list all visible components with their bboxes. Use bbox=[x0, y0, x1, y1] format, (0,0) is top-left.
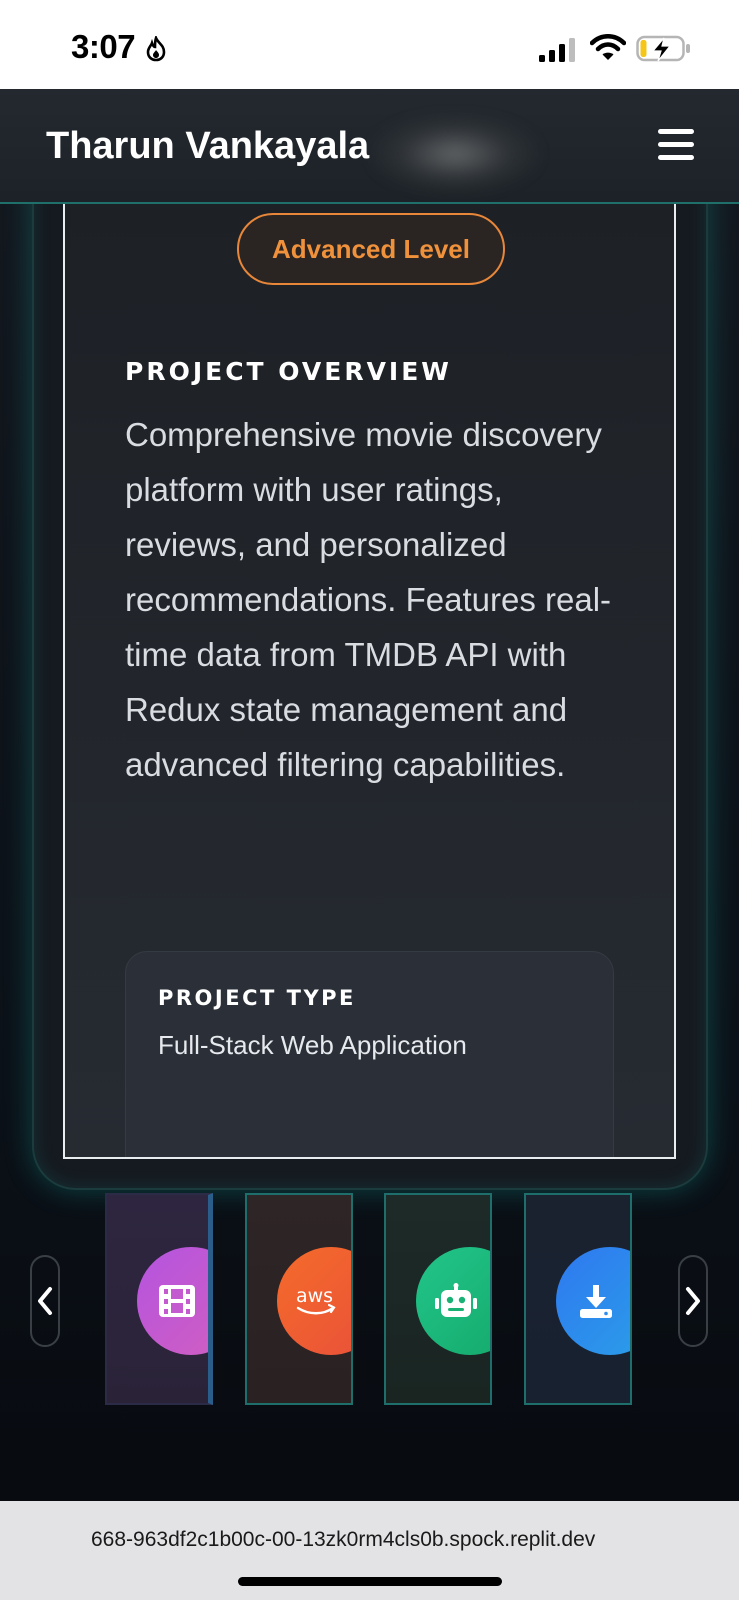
project-thumbnail-4[interactable] bbox=[524, 1193, 632, 1405]
url-text[interactable]: 668-963df2c1b00c-00-13zk0rm4cls0b.spock.… bbox=[91, 1528, 595, 1552]
project-thumbnail-2[interactable]: aws bbox=[245, 1193, 353, 1405]
thumbnail-circle bbox=[556, 1247, 630, 1355]
project-thumbnail-1[interactable] bbox=[105, 1193, 213, 1405]
chevron-left-icon bbox=[38, 1287, 52, 1315]
menu-bar-icon bbox=[658, 142, 694, 147]
thumbnail-circle: aws bbox=[277, 1247, 351, 1355]
cellular-signal-icon bbox=[539, 38, 575, 62]
robot-icon bbox=[435, 1283, 477, 1317]
battery-charging-icon bbox=[636, 35, 690, 62]
carousel-next-button[interactable] bbox=[678, 1255, 708, 1347]
carousel-prev-button[interactable] bbox=[30, 1255, 60, 1347]
flame-icon bbox=[146, 36, 166, 62]
project-type-value: Full-Stack Web Application bbox=[158, 1030, 467, 1060]
overview-heading: PROJECT OVERVIEW bbox=[125, 357, 452, 386]
project-thumbnail-3[interactable] bbox=[384, 1193, 492, 1405]
menu-bar-icon bbox=[658, 129, 694, 134]
chevron-right-icon bbox=[686, 1287, 700, 1315]
app-header: Tharun Vankayala bbox=[0, 89, 739, 204]
hamburger-menu-button[interactable] bbox=[658, 129, 694, 161]
browser-url-bar[interactable]: 668-963df2c1b00c-00-13zk0rm4cls0b.spock.… bbox=[0, 1501, 739, 1600]
thumbnail-circle bbox=[137, 1247, 208, 1355]
brand-name[interactable]: Tharun Vankayala bbox=[46, 125, 369, 168]
svg-text:aws: aws bbox=[296, 1285, 333, 1307]
thumbnail-circle bbox=[416, 1247, 490, 1355]
overview-description: Comprehensive movie discovery platform w… bbox=[125, 416, 612, 783]
menu-bar-icon bbox=[658, 155, 694, 160]
level-badge: Advanced Level bbox=[237, 213, 505, 285]
app-page: Advanced Level PROJECT OVERVIEW Comprehe… bbox=[0, 89, 739, 1501]
project-details-panel[interactable]: Advanced Level PROJECT OVERVIEW Comprehe… bbox=[63, 199, 676, 1159]
download-icon bbox=[580, 1285, 612, 1318]
wifi-icon bbox=[590, 34, 626, 60]
project-type-box: PROJECT TYPE Full-Stack Web Application bbox=[125, 951, 614, 1157]
status-time: 3:07 bbox=[71, 28, 136, 65]
home-indicator bbox=[238, 1577, 502, 1586]
header-glow bbox=[370, 114, 540, 194]
film-icon bbox=[159, 1285, 195, 1317]
aws-icon: aws bbox=[296, 1285, 336, 1315]
project-type-label: PROJECT TYPE bbox=[158, 986, 356, 1010]
status-bar: 3:07 bbox=[0, 0, 739, 89]
